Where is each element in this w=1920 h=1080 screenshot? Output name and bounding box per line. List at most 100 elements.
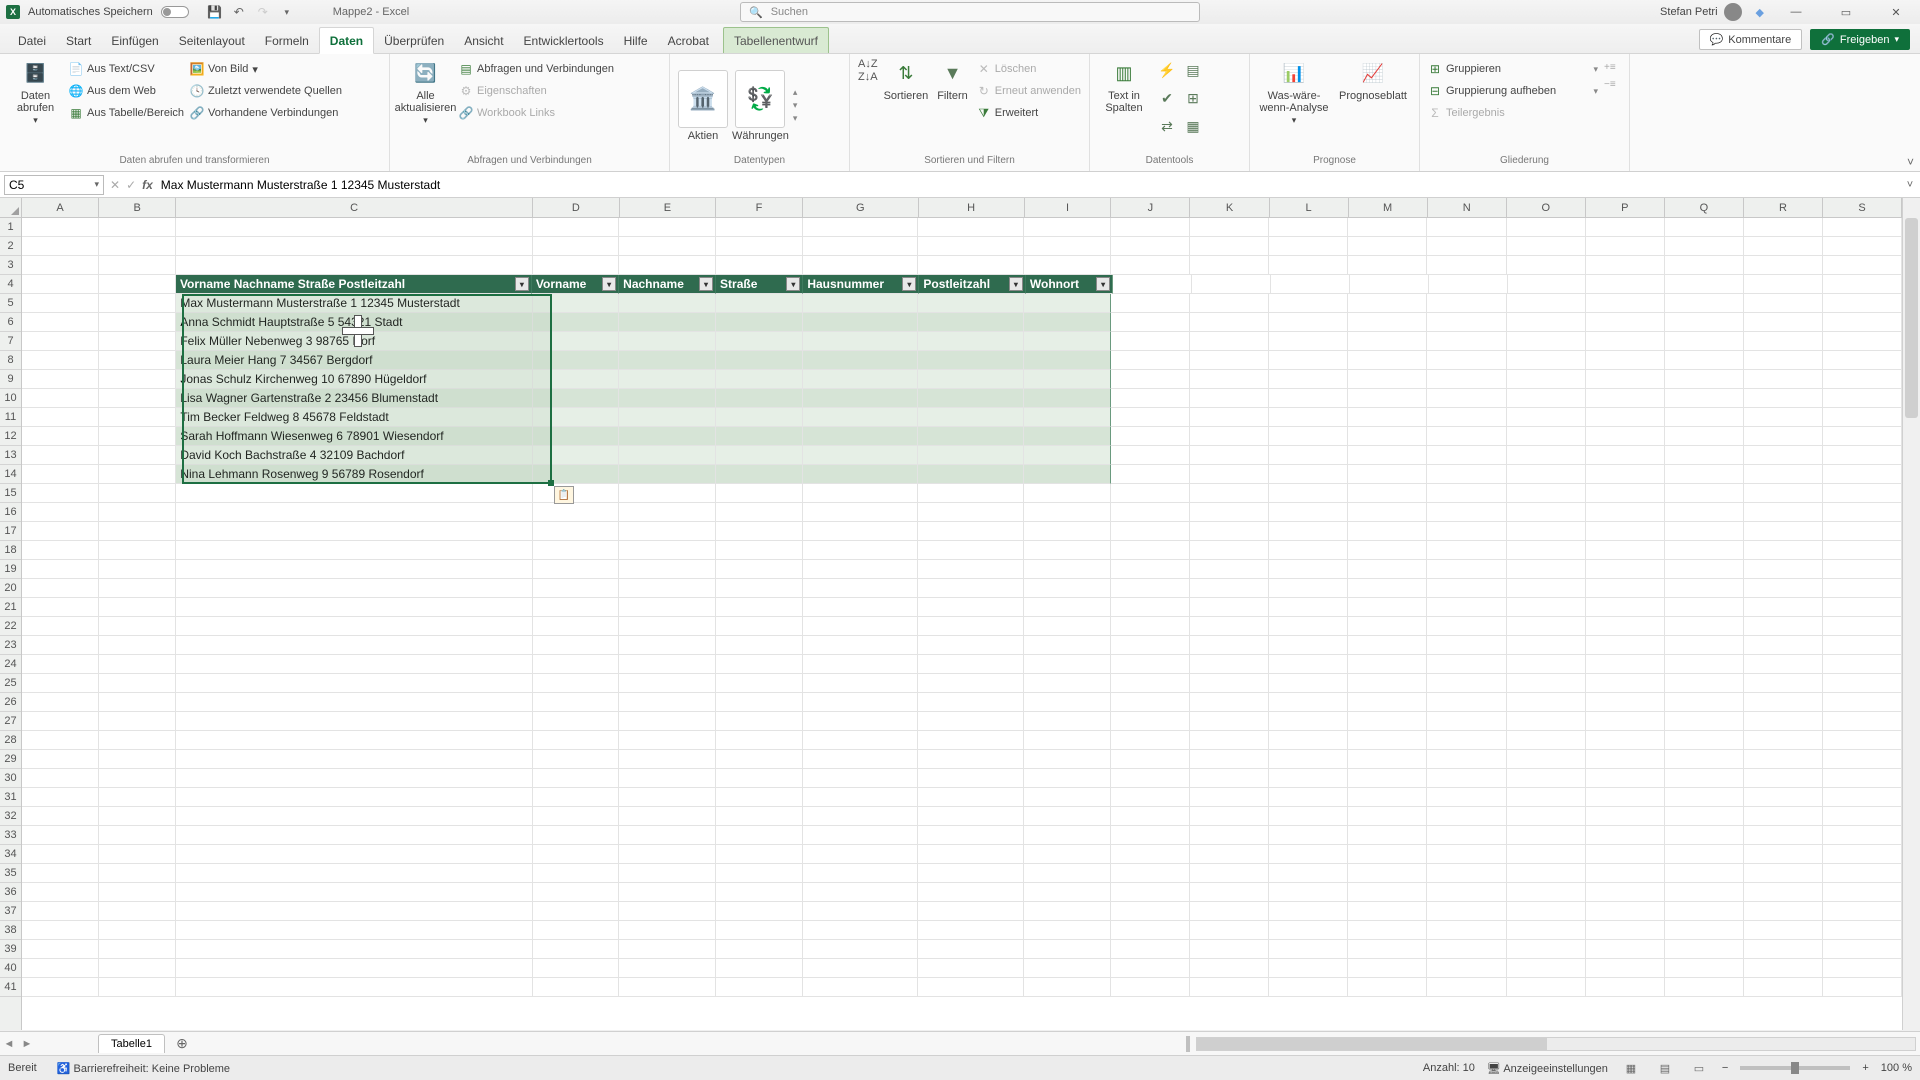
cell[interactable] xyxy=(1744,788,1823,807)
cell[interactable] xyxy=(803,598,919,617)
cell[interactable] xyxy=(1665,750,1744,769)
cell[interactable] xyxy=(1269,408,1348,427)
cell[interactable] xyxy=(1744,522,1823,541)
cell[interactable] xyxy=(1665,560,1744,579)
cell[interactable] xyxy=(1024,978,1111,997)
cell[interactable] xyxy=(1507,864,1586,883)
cell[interactable] xyxy=(803,750,919,769)
cell[interactable] xyxy=(1744,313,1823,332)
row-header[interactable]: 24 xyxy=(0,655,21,674)
cell[interactable] xyxy=(1190,959,1269,978)
cell[interactable] xyxy=(1024,408,1111,427)
cell[interactable] xyxy=(803,617,919,636)
cell[interactable] xyxy=(1024,959,1111,978)
cell[interactable] xyxy=(1427,617,1506,636)
cell[interactable] xyxy=(1427,921,1506,940)
vertical-scrollbar[interactable] xyxy=(1902,198,1920,1030)
cell[interactable] xyxy=(1190,750,1269,769)
cell[interactable] xyxy=(803,712,919,731)
tab-data[interactable]: Daten xyxy=(319,27,374,54)
cell[interactable] xyxy=(1190,769,1269,788)
diamond-icon[interactable]: ◆ xyxy=(1756,6,1764,19)
cell[interactable] xyxy=(1744,693,1823,712)
cell[interactable] xyxy=(1024,788,1111,807)
cell[interactable] xyxy=(1024,712,1111,731)
cell[interactable] xyxy=(1586,408,1665,427)
cell[interactable] xyxy=(1190,826,1269,845)
cell[interactable] xyxy=(1024,845,1111,864)
filter-dropdown-icon[interactable]: ▾ xyxy=(786,277,800,291)
cell[interactable] xyxy=(803,256,919,275)
cell[interactable] xyxy=(918,807,1024,826)
cell[interactable] xyxy=(619,978,715,997)
cell[interactable] xyxy=(1427,636,1506,655)
cell[interactable] xyxy=(716,750,803,769)
cell[interactable] xyxy=(803,674,919,693)
cell[interactable] xyxy=(1024,541,1111,560)
cell[interactable] xyxy=(1348,294,1427,313)
cell[interactable] xyxy=(918,389,1024,408)
row-header[interactable]: 1 xyxy=(0,218,21,237)
column-header[interactable]: M xyxy=(1349,198,1428,217)
cell[interactable] xyxy=(176,978,532,997)
cell[interactable] xyxy=(1427,370,1506,389)
cell[interactable] xyxy=(619,598,715,617)
name-box-chevron-icon[interactable]: ▾ xyxy=(94,179,99,190)
row-header[interactable]: 17 xyxy=(0,522,21,541)
cell[interactable] xyxy=(1190,332,1269,351)
cell[interactable] xyxy=(1111,541,1190,560)
share-button[interactable]: 🔗 Freigeben ▾ xyxy=(1810,29,1910,50)
cell[interactable] xyxy=(619,484,715,503)
cell[interactable] xyxy=(1190,522,1269,541)
tab-review[interactable]: Überprüfen xyxy=(374,28,454,53)
row-header[interactable]: 33 xyxy=(0,826,21,845)
cell[interactable] xyxy=(1427,731,1506,750)
cell[interactable] xyxy=(1024,731,1111,750)
tab-view[interactable]: Ansicht xyxy=(454,28,513,53)
cell[interactable] xyxy=(1744,370,1823,389)
cell[interactable] xyxy=(1111,560,1190,579)
cell[interactable]: Vorname▾ xyxy=(532,275,619,294)
cell[interactable] xyxy=(1190,427,1269,446)
cell[interactable] xyxy=(99,256,176,275)
cell[interactable] xyxy=(533,636,620,655)
cell[interactable] xyxy=(1190,636,1269,655)
cell[interactable] xyxy=(619,674,715,693)
tab-pagelayout[interactable]: Seitenlayout xyxy=(169,28,255,53)
cell[interactable]: Laura Meier Hang 7 34567 Bergdorf xyxy=(176,351,532,370)
cell[interactable] xyxy=(918,503,1024,522)
zoom-slider-thumb[interactable] xyxy=(1791,1062,1799,1074)
cell[interactable] xyxy=(1427,750,1506,769)
cell[interactable] xyxy=(1111,427,1190,446)
cell[interactable] xyxy=(1823,788,1902,807)
cell[interactable] xyxy=(176,484,532,503)
cell[interactable] xyxy=(1744,826,1823,845)
tab-help[interactable]: Hilfe xyxy=(614,28,658,53)
cell[interactable] xyxy=(176,902,532,921)
cell[interactable] xyxy=(619,769,715,788)
cell[interactable] xyxy=(1665,864,1744,883)
cell[interactable] xyxy=(918,541,1024,560)
cell[interactable] xyxy=(99,541,176,560)
cell[interactable] xyxy=(533,921,620,940)
cell[interactable] xyxy=(99,788,176,807)
cell[interactable] xyxy=(1269,636,1348,655)
cell[interactable] xyxy=(803,294,919,313)
search-box[interactable]: 🔍 Suchen xyxy=(740,2,1200,22)
cell[interactable] xyxy=(1024,864,1111,883)
filter-button[interactable]: ▼ Filtern xyxy=(934,58,971,102)
cell[interactable] xyxy=(99,370,176,389)
cell[interactable] xyxy=(533,864,620,883)
tab-developer[interactable]: Entwicklertools xyxy=(514,28,614,53)
cell[interactable] xyxy=(1348,370,1427,389)
cell[interactable] xyxy=(1507,598,1586,617)
cell[interactable] xyxy=(1665,408,1744,427)
cell[interactable] xyxy=(1744,655,1823,674)
status-accessibility[interactable]: ♿ Barrierefreiheit: Keine Probleme xyxy=(57,1062,230,1075)
remove-dup-icon[interactable]: ▤ xyxy=(1182,62,1204,86)
cell[interactable] xyxy=(533,503,620,522)
cell[interactable] xyxy=(1823,218,1902,237)
cell[interactable] xyxy=(22,332,99,351)
cell[interactable] xyxy=(716,332,803,351)
sort-asc-icon[interactable]: A↓Z xyxy=(858,58,878,70)
